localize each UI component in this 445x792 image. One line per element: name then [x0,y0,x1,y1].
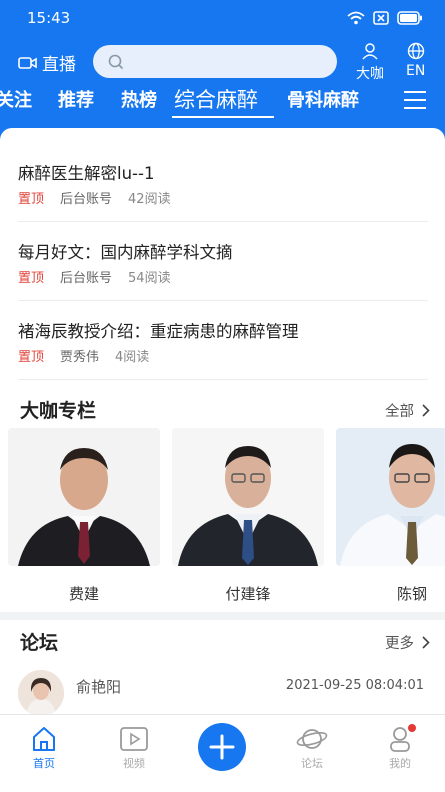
news-author: 后台账号 [60,271,113,286]
nav-home-label: 首页 [33,757,55,770]
search-icon [108,54,124,70]
battery-icon [397,11,422,25]
nav-mine-label: 我的 [389,757,411,770]
tab-hot[interactable]: 热榜 [121,86,157,112]
user-icon [362,43,378,60]
expert-card[interactable]: 陈钢 [336,428,445,603]
language-button[interactable]: EN [406,42,425,79]
news-reads: 54阅读 [128,271,171,286]
expert-name: 陈钢 [396,585,427,603]
add-post-button[interactable] [198,723,246,771]
tab-general-anesthesia[interactable]: 综合麻醉 [174,86,258,114]
section-divider [0,612,445,620]
globe-icon [407,42,424,60]
planet-icon [296,729,328,749]
news-reads: 42阅读 [128,192,171,207]
expert-photo [336,428,445,566]
news-author: 贾秀伟 [60,350,100,365]
news-reads: 4阅读 [115,350,150,365]
experts-carousel: 费建 付建锋 陈钢 [8,428,445,610]
expert-name: 费建 [68,585,99,603]
forum-post[interactable]: 俞艳阳 2021-09-25 08:04:01 [18,670,428,714]
news-meta: 置顶 后台账号 42阅读 [18,188,171,207]
tab-follow[interactable]: 关注 [0,86,32,112]
news-meta: 置顶 贾秀伟 4阅读 [18,346,149,365]
news-item[interactable]: 麻醉医生解密lu--1 置顶 后台账号 42阅读 [18,160,428,222]
wifi-icon [347,11,365,25]
pinned-tag: 置顶 [18,350,45,365]
search-input[interactable] [93,45,337,78]
experts-all-link[interactable]: 全部 [385,400,430,421]
chevron-right-icon [422,636,430,649]
pinned-tag: 置顶 [18,271,45,286]
expert-photo [172,428,324,566]
notification-dot [408,724,416,732]
live-button[interactable]: 直播 [18,50,76,75]
home-icon [33,727,55,751]
tab-recommend[interactable]: 推荐 [58,86,94,112]
news-item[interactable]: 褚海辰教授介绍：重症病患的麻醉管理 置顶 贾秀伟 4阅读 [18,318,428,380]
sim-off-icon [373,11,389,25]
news-title: 褚海辰教授介绍：重症病患的麻醉管理 [18,322,299,341]
expert-card[interactable]: 付建锋 [172,428,324,603]
forum-section-header: 论坛 更多 [20,628,430,658]
plus-icon [209,734,235,760]
chevron-right-icon [422,404,430,417]
news-item[interactable]: 每月好文：国内麻醉学科文摘 置顶 后台账号 54阅读 [18,239,428,301]
pinned-tag: 置顶 [18,192,45,207]
expert-photo [8,428,160,566]
status-icons [347,11,423,25]
header: 15:43 直播 大咖 EN 关注 推荐 热榜 综合麻醉 骨科麻醉 [0,0,445,140]
tab-orthopedic-anesthesia[interactable]: 骨科麻醉 [287,86,359,112]
status-bar: 15:43 [0,0,445,36]
expert-label: 大咖 [356,66,384,82]
experts-section-header: 大咖专栏 全部 [20,396,430,426]
news-meta: 置顶 后台账号 54阅读 [18,267,171,286]
nav-forum[interactable]: 论坛 [282,725,342,771]
language-label: EN [406,63,426,79]
expert-button[interactable]: 大咖 [356,42,384,83]
nav-video[interactable]: 视频 [104,725,164,771]
forum-post-author: 俞艳阳 [76,678,122,696]
nav-video-label: 视频 [123,757,145,770]
forum-section-title: 论坛 [20,632,59,654]
nav-forum-label: 论坛 [301,757,323,770]
nav-mine[interactable]: 我的 [370,724,430,771]
active-tab-indicator [172,116,274,118]
expert-name: 付建锋 [225,585,271,603]
category-tabs: 关注 推荐 热榜 综合麻醉 骨科麻醉 [0,86,400,122]
news-title: 每月好文：国内麻醉学科文摘 [18,243,233,262]
avatar [18,670,64,714]
video-icon [120,727,148,751]
app-root: 15:43 直播 大咖 EN 关注 推荐 热榜 综合麻醉 骨科麻醉 麻醉医生解密… [0,0,445,792]
expert-card[interactable]: 费建 [8,428,160,603]
forum-more-link[interactable]: 更多 [385,632,430,653]
news-author: 后台账号 [60,192,113,207]
video-camera-icon [18,56,37,69]
experts-section-title: 大咖专栏 [20,400,97,422]
menu-icon[interactable] [403,90,427,110]
live-label: 直播 [42,55,76,75]
nav-home[interactable]: 首页 [14,725,74,771]
forum-post-time: 2021-09-25 08:04:01 [285,678,424,693]
forum-more-label: 更多 [385,636,414,652]
status-time: 15:43 [27,9,71,27]
experts-all-label: 全部 [385,404,414,420]
main-content: 麻醉医生解密lu--1 置顶 后台账号 42阅读 每月好文：国内麻醉学科文摘 置… [0,128,445,714]
bottom-nav: 首页 视频 论坛 我的 [0,714,445,792]
news-title: 麻醉医生解密lu--1 [18,164,155,183]
